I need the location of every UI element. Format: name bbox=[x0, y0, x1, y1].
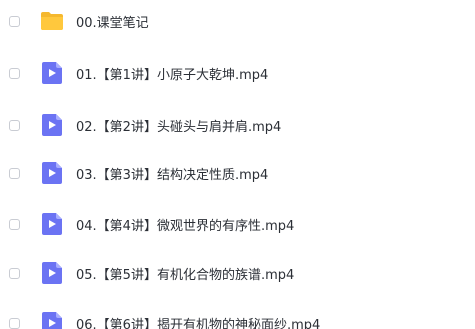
row-checkbox[interactable] bbox=[9, 15, 20, 27]
file-list: 00.课堂笔记 01.【第1讲】小原子大乾坤.mp4 02.【第2讲】头碰头与肩… bbox=[0, 0, 475, 329]
video-file-icon bbox=[39, 113, 64, 137]
video-file-icon bbox=[39, 61, 64, 85]
file-row-video[interactable]: 04.【第4讲】微观世界的有序性.mp4 bbox=[0, 206, 475, 242]
file-name[interactable]: 02.【第2讲】头碰头与肩并肩.mp4 bbox=[76, 116, 281, 135]
file-name[interactable]: 05.【第5讲】有机化合物的族谱.mp4 bbox=[76, 264, 294, 283]
row-checkbox[interactable] bbox=[9, 267, 20, 279]
file-row-video[interactable]: 02.【第2讲】头碰头与肩并肩.mp4 bbox=[0, 107, 475, 143]
row-checkbox[interactable] bbox=[9, 67, 20, 79]
file-name[interactable]: 00.课堂笔记 bbox=[76, 12, 149, 31]
video-file-icon bbox=[39, 261, 64, 285]
video-file-icon bbox=[39, 161, 64, 185]
file-row-video[interactable]: 03.【第3讲】结构决定性质.mp4 bbox=[0, 155, 475, 191]
file-row-video[interactable]: 06.【第6讲】揭开有机物的神秘面纱.mp4 bbox=[0, 305, 475, 329]
row-checkbox[interactable] bbox=[9, 119, 20, 131]
row-checkbox[interactable] bbox=[9, 317, 20, 329]
file-name[interactable]: 06.【第6讲】揭开有机物的神秘面纱.mp4 bbox=[76, 314, 320, 329]
file-row-folder[interactable]: 00.课堂笔记 bbox=[0, 3, 475, 39]
file-name[interactable]: 03.【第3讲】结构决定性质.mp4 bbox=[76, 164, 268, 183]
video-file-icon bbox=[39, 311, 64, 329]
file-name[interactable]: 04.【第4讲】微观世界的有序性.mp4 bbox=[76, 215, 294, 234]
file-name[interactable]: 01.【第1讲】小原子大乾坤.mp4 bbox=[76, 64, 268, 83]
file-row-video[interactable]: 05.【第5讲】有机化合物的族谱.mp4 bbox=[0, 255, 475, 291]
folder-icon bbox=[39, 9, 64, 33]
row-checkbox[interactable] bbox=[9, 218, 20, 230]
row-checkbox[interactable] bbox=[9, 167, 20, 179]
video-file-icon bbox=[39, 212, 64, 236]
file-row-video[interactable]: 01.【第1讲】小原子大乾坤.mp4 bbox=[0, 55, 475, 91]
